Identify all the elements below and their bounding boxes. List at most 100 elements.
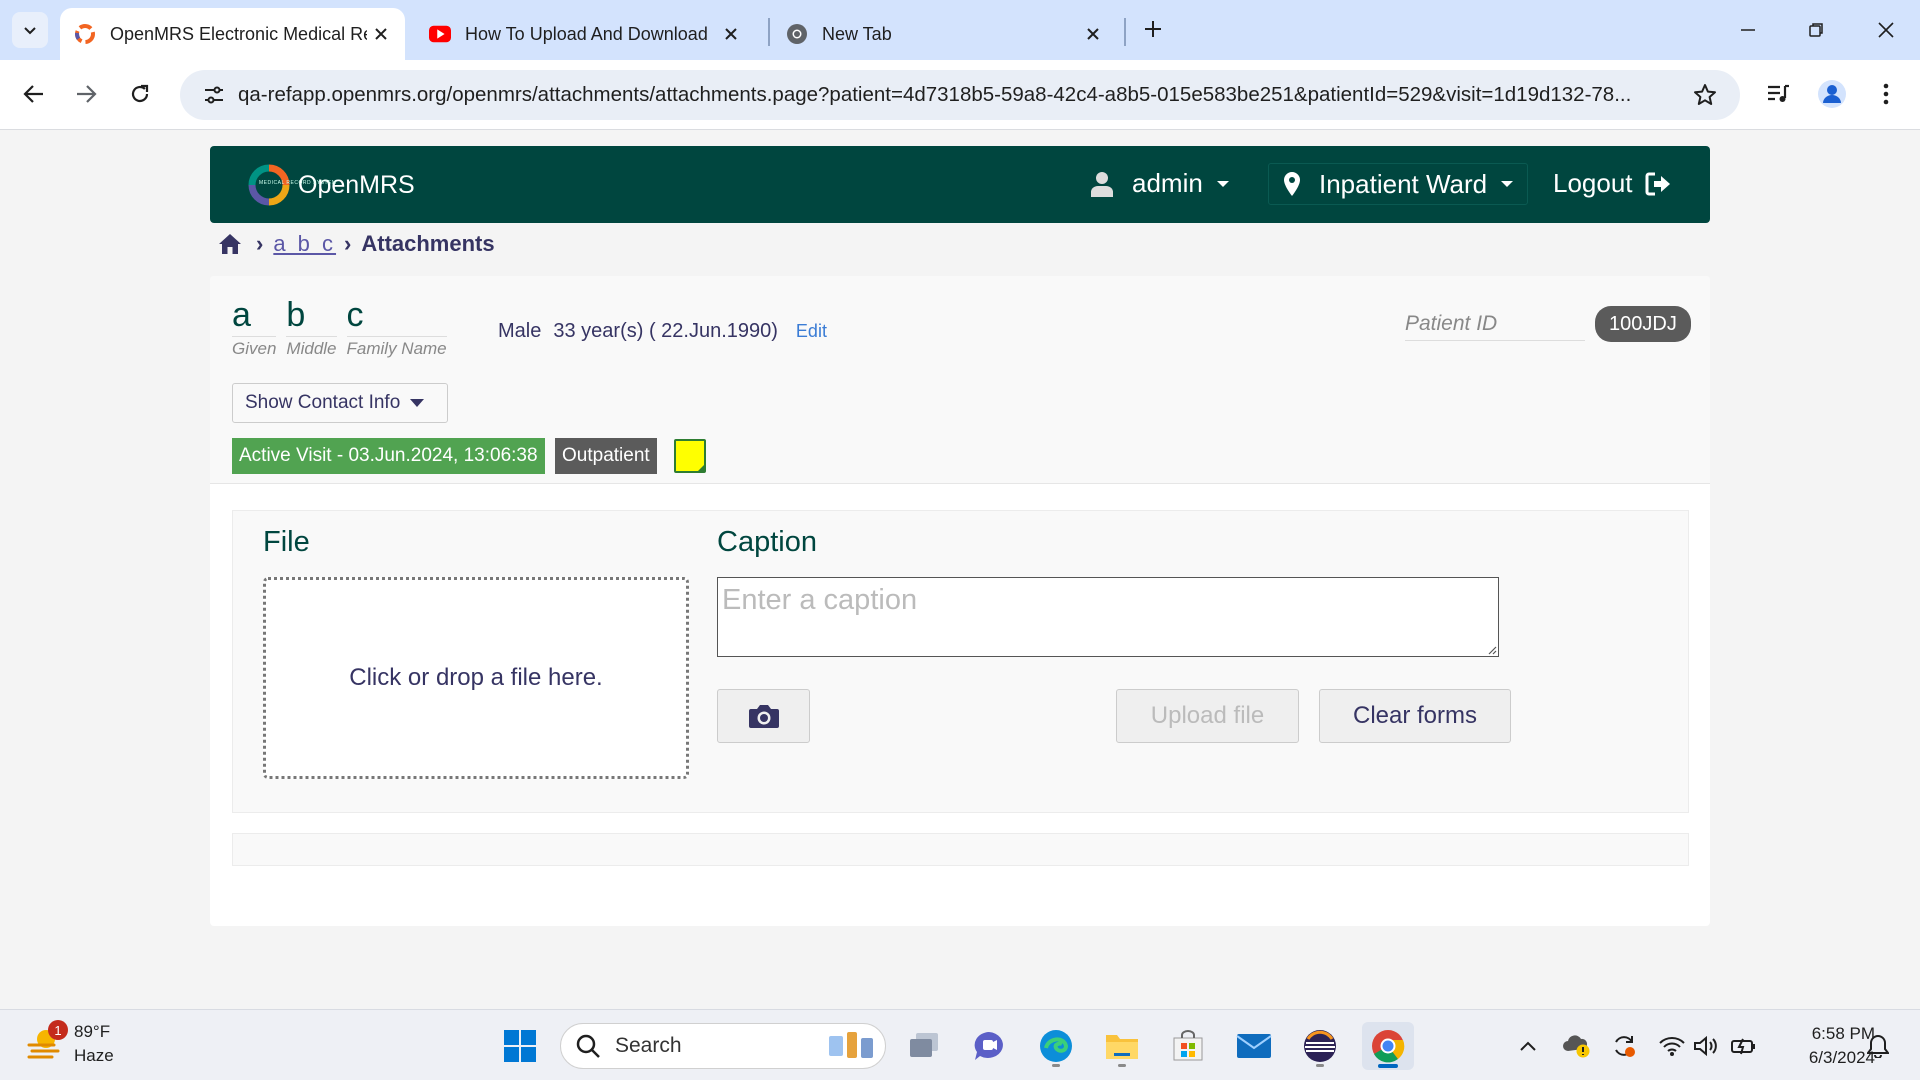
restore-button[interactable] (1792, 10, 1840, 50)
tab-openmrs[interactable]: OpenMRS Electronic Medical Re (60, 8, 405, 60)
tab-title: How To Upload And Download (465, 23, 708, 44)
given-name: a Given (232, 296, 277, 359)
minimize-icon (1741, 29, 1755, 31)
logout-label: Logout (1553, 168, 1633, 198)
bookmark-star-icon[interactable] (1690, 80, 1720, 110)
clock-date: 6/3/2024 (1808, 1048, 1875, 1067)
eclipse-icon (1304, 1030, 1336, 1062)
minimize-button[interactable] (1724, 10, 1772, 50)
profile-avatar-icon (1818, 80, 1846, 108)
back-button[interactable] (14, 74, 54, 114)
tab-youtube[interactable]: How To Upload And Download (415, 8, 755, 60)
search-highlight-icon (829, 1032, 873, 1058)
microsoft-store-button[interactable] (1164, 1022, 1212, 1070)
reload-icon (131, 84, 149, 103)
browser-tabstrip: OpenMRS Electronic Medical Re How To Upl… (0, 0, 1920, 60)
location-selector[interactable]: Inpatient Ward (1268, 163, 1529, 205)
system-clock[interactable]: 6:58 PM 6/3/2024 (1775, 1022, 1875, 1070)
tab-title: New Tab (822, 23, 892, 44)
attachments-list-area (232, 833, 1689, 866)
weather-text: 89°F Haze (74, 1020, 114, 1068)
patient-id-label: Patient ID (1405, 312, 1585, 341)
folder-icon (1106, 1035, 1138, 1059)
weather-temperature: 89°F (74, 1022, 111, 1041)
taskbar-search[interactable]: Search (560, 1023, 886, 1069)
start-button[interactable] (496, 1022, 544, 1070)
sync-tray[interactable] (1608, 1030, 1640, 1062)
close-tab-icon[interactable] (367, 20, 395, 48)
upload-file-button[interactable]: Upload file (1116, 689, 1299, 743)
active-visit-tag[interactable]: Active Visit - 03.Jun.2024, 13:06:38 (232, 438, 545, 474)
file-dropzone[interactable]: Click or drop a file here. (263, 577, 689, 779)
task-view-button[interactable] (900, 1022, 948, 1070)
notifications-button[interactable] (1862, 1030, 1894, 1062)
new-tab-button[interactable] (1138, 14, 1168, 44)
middle-name-label: Middle (286, 336, 337, 359)
edge-icon (1040, 1030, 1072, 1062)
speaker-icon (1694, 1035, 1717, 1057)
show-hidden-icons-button[interactable] (1512, 1030, 1544, 1062)
clock-time: 6:58 PM (1811, 1024, 1875, 1043)
tab-search-button[interactable] (12, 12, 48, 48)
wifi-tray[interactable] (1656, 1030, 1688, 1062)
teams-chat-button[interactable] (965, 1022, 1013, 1070)
edit-patient-link[interactable]: Edit (796, 321, 827, 342)
restore-icon (1809, 23, 1823, 37)
tab-title: OpenMRS Electronic Medical Re (110, 23, 367, 44)
profile-button[interactable] (1812, 74, 1852, 114)
reload-button[interactable] (120, 74, 160, 114)
forward-button[interactable] (66, 74, 106, 114)
edge-browser-button[interactable] (1032, 1022, 1080, 1070)
browser-menu-button[interactable] (1866, 74, 1906, 114)
show-contact-info-label: Show Contact Info (245, 392, 401, 413)
home-icon[interactable] (218, 233, 242, 255)
clear-forms-button[interactable]: Clear forms (1319, 689, 1511, 743)
user-menu[interactable]: admin (1090, 168, 1229, 199)
patient-gender: Male (498, 320, 542, 342)
weather-notification-badge: 1 (48, 1020, 68, 1040)
caret-down-icon (410, 399, 425, 407)
site-info-icon[interactable] (190, 75, 238, 115)
resize-grip-icon[interactable] (1485, 643, 1497, 655)
sign-out-icon (1645, 172, 1670, 195)
close-tab-icon[interactable] (717, 20, 745, 48)
tab-separator (1124, 18, 1126, 46)
battery-charging-icon (1731, 1038, 1755, 1055)
file-explorer-button[interactable] (1098, 1022, 1146, 1070)
given-name-label: Given (232, 336, 277, 359)
breadcrumb-patient-link[interactable]: a b c (273, 231, 336, 257)
chrome-button[interactable] (1362, 1022, 1414, 1070)
battery-tray[interactable] (1728, 1030, 1760, 1062)
camera-icon (748, 705, 779, 728)
close-icon (1878, 22, 1894, 38)
show-contact-info-button[interactable]: Show Contact Info (232, 383, 448, 423)
mail-button[interactable] (1230, 1022, 1278, 1070)
file-heading: File (263, 526, 310, 558)
onedrive-tray[interactable] (1560, 1030, 1592, 1062)
address-bar[interactable]: qa-refapp.openmrs.org/openmrs/attachment… (180, 70, 1740, 120)
logout-link[interactable]: Logout (1553, 168, 1671, 199)
middle-name: b Middle (286, 296, 337, 359)
openmrs-favicon-icon (74, 23, 96, 45)
plus-icon (1145, 21, 1161, 37)
patient-id-badge: 100JDJ (1595, 306, 1691, 342)
eclipse-ide-button[interactable] (1296, 1022, 1344, 1070)
caption-input[interactable] (717, 577, 1499, 657)
map-marker-icon (1284, 172, 1300, 196)
tab-new-tab[interactable]: New Tab (772, 8, 1117, 60)
middle-name-value: b (286, 296, 306, 334)
close-tab-icon[interactable] (1079, 20, 1107, 48)
weather-widget[interactable]: 89°F Haze (26, 1020, 114, 1068)
sticky-note-icon[interactable] (674, 439, 706, 473)
breadcrumb-separator: › (344, 231, 352, 256)
volume-tray[interactable] (1690, 1030, 1722, 1062)
close-window-button[interactable] (1862, 10, 1910, 50)
camera-button[interactable] (717, 689, 810, 743)
sync-icon (1615, 1036, 1635, 1057)
family-name-value: c (346, 296, 364, 334)
media-control-button[interactable] (1758, 74, 1798, 114)
main-content: a Given b Middle c Family Name Male 33 y… (210, 276, 1710, 926)
url-text: qa-refapp.openmrs.org/openmrs/attachment… (238, 83, 1632, 106)
store-icon (1173, 1030, 1203, 1061)
chrome-icon (1372, 1030, 1405, 1063)
